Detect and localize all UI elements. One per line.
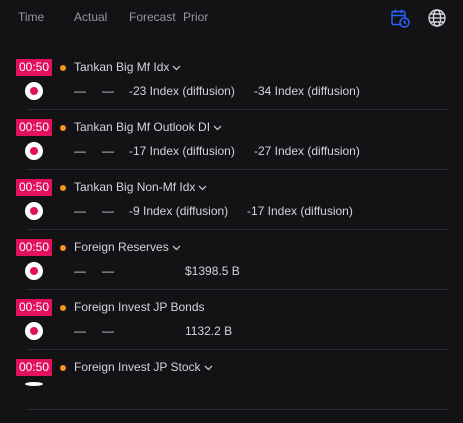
event-name[interactable]: Foreign Invest JP Stock [74, 360, 213, 374]
prior-value: -17 Index (diffusion) [247, 204, 353, 218]
importance-dot [60, 305, 66, 311]
importance-dot [60, 65, 66, 71]
forecast-placeholder: — [102, 84, 114, 98]
actual-value: — [74, 204, 86, 218]
calendar-clock-icon[interactable] [389, 7, 411, 29]
actual-value: — [74, 264, 86, 278]
chevron-down-icon[interactable] [172, 245, 181, 251]
forecast-value: — [102, 264, 114, 278]
event-row[interactable]: 00:50 Foreign Invest JP Stock [0, 350, 463, 410]
actual-value: — [74, 324, 86, 338]
event-time: 00:50 [16, 59, 53, 76]
events-list: 00:50 Tankan Big Mf Idx — — -23 Index (d… [0, 50, 463, 410]
column-header-prior: Prior [183, 10, 209, 24]
event-row[interactable]: 00:50 Tankan Big Non-Mf Idx — — -9 Index… [0, 170, 463, 230]
event-row[interactable]: 00:50 Tankan Big Mf Outlook DI — — -17 I… [0, 110, 463, 170]
forecast-value: — [102, 324, 114, 338]
event-name[interactable]: Tankan Big Mf Idx [74, 60, 181, 74]
globe-icon[interactable] [426, 7, 448, 29]
column-header-forecast: Forecast [129, 10, 176, 24]
prior-value: $1398.5 B [185, 264, 240, 278]
japan-flag-icon [25, 262, 43, 280]
japan-flag-icon [25, 322, 43, 340]
event-name[interactable]: Foreign Reserves [74, 240, 181, 254]
chevron-down-icon[interactable] [204, 365, 213, 371]
importance-dot [60, 125, 66, 131]
forecast-value: -17 Index (diffusion) [129, 144, 235, 158]
prior-value: -34 Index (diffusion) [254, 84, 360, 98]
forecast-value: -23 Index (diffusion) [129, 84, 235, 98]
actual-value: — [74, 144, 86, 158]
event-name[interactable]: Foreign Invest JP Bonds [74, 300, 205, 314]
event-time: 00:50 [16, 239, 53, 256]
calendar-header: Time Actual Forecast Prior [0, 0, 463, 36]
chevron-down-icon[interactable] [213, 125, 222, 131]
importance-dot [60, 245, 66, 251]
importance-dot [60, 365, 66, 371]
event-time: 00:50 [16, 179, 53, 196]
actual-value: — [74, 84, 86, 98]
row-divider [27, 409, 448, 410]
event-time: 00:50 [16, 119, 53, 136]
event-time: 00:50 [16, 359, 53, 376]
chevron-down-icon[interactable] [198, 185, 207, 191]
importance-dot [60, 185, 66, 191]
event-row[interactable]: 00:50 Foreign Invest JP Bonds — — 1132.2… [0, 290, 463, 350]
prior-value: 1132.2 B [185, 324, 233, 338]
japan-flag-icon [25, 82, 43, 100]
chevron-down-icon[interactable] [172, 65, 181, 71]
event-name[interactable]: Tankan Big Non-Mf Idx [74, 180, 207, 194]
event-name[interactable]: Tankan Big Mf Outlook DI [74, 120, 222, 134]
column-header-time: Time [18, 10, 45, 24]
japan-flag-icon [25, 382, 43, 386]
forecast-value: -9 Index (diffusion) [129, 204, 229, 218]
prior-value: -27 Index (diffusion) [254, 144, 360, 158]
event-row[interactable]: 00:50 Tankan Big Mf Idx — — -23 Index (d… [0, 50, 463, 110]
forecast-placeholder: — [102, 144, 114, 158]
japan-flag-icon [25, 202, 43, 220]
event-row[interactable]: 00:50 Foreign Reserves — — $1398.5 B [0, 230, 463, 290]
forecast-placeholder: — [102, 204, 114, 218]
event-time: 00:50 [16, 299, 53, 316]
japan-flag-icon [25, 142, 43, 160]
column-header-actual: Actual [74, 10, 108, 24]
